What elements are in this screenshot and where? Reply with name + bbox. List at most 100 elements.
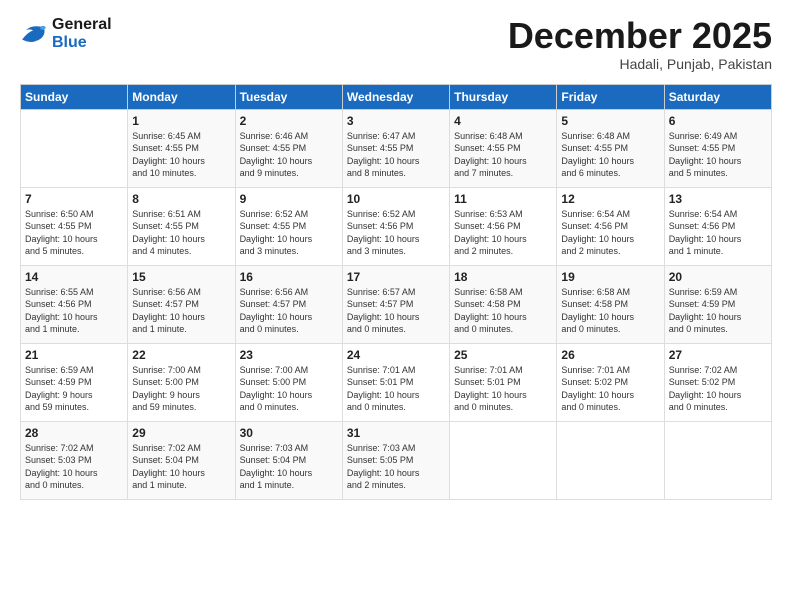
day-number: 7 xyxy=(25,192,123,206)
day-info: Sunrise: 7:00 AMSunset: 5:00 PMDaylight:… xyxy=(132,365,201,413)
day-number: 30 xyxy=(240,426,338,440)
day-info: Sunrise: 6:55 AMSunset: 4:56 PMDaylight:… xyxy=(25,287,98,335)
day-number: 3 xyxy=(347,114,445,128)
day-info: Sunrise: 6:59 AMSunset: 4:59 PMDaylight:… xyxy=(669,287,742,335)
day-number: 31 xyxy=(347,426,445,440)
day-number: 28 xyxy=(25,426,123,440)
day-info: Sunrise: 7:01 AMSunset: 5:02 PMDaylight:… xyxy=(561,365,634,413)
day-header-wednesday: Wednesday xyxy=(342,84,449,109)
location: Hadali, Punjab, Pakistan xyxy=(508,56,772,72)
day-info: Sunrise: 6:54 AMSunset: 4:56 PMDaylight:… xyxy=(669,209,742,257)
day-header-sunday: Sunday xyxy=(21,84,128,109)
calendar-cell: 8Sunrise: 6:51 AMSunset: 4:55 PMDaylight… xyxy=(128,187,235,265)
day-number: 17 xyxy=(347,270,445,284)
day-info: Sunrise: 6:48 AMSunset: 4:55 PMDaylight:… xyxy=(454,131,527,179)
month-title: December 2025 xyxy=(508,16,772,56)
day-info: Sunrise: 6:47 AMSunset: 4:55 PMDaylight:… xyxy=(347,131,420,179)
day-number: 6 xyxy=(669,114,767,128)
calendar-cell: 26Sunrise: 7:01 AMSunset: 5:02 PMDayligh… xyxy=(557,343,664,421)
calendar-cell: 30 Sunrise: 7:03 AMSunset: 5:04 PMDayligh… xyxy=(235,421,342,499)
day-number: 5 xyxy=(561,114,659,128)
day-number: 23 xyxy=(240,348,338,362)
day-number: 27 xyxy=(669,348,767,362)
day-info: Sunrise: 6:48 AMSunset: 4:55 PMDaylight:… xyxy=(561,131,634,179)
day-info: Sunrise: 7:02 AMSunset: 5:03 PMDaylight:… xyxy=(25,443,98,491)
calendar-week-2: 7 Sunrise: 6:50 AMSunset: 4:55 PMDaylight… xyxy=(21,187,772,265)
calendar-week-3: 14 Sunrise: 6:55 AMSunset: 4:56 PMDayligh… xyxy=(21,265,772,343)
day-header-friday: Friday xyxy=(557,84,664,109)
calendar-cell: 21 Sunrise: 6:59 AMSunset: 4:59 PMDayligh… xyxy=(21,343,128,421)
day-info: Sunrise: 6:57 AMSunset: 4:57 PMDaylight:… xyxy=(347,287,420,335)
calendar-cell: 11Sunrise: 6:53 AMSunset: 4:56 PMDayligh… xyxy=(450,187,557,265)
day-number: 15 xyxy=(132,270,230,284)
calendar-cell: 14 Sunrise: 6:55 AMSunset: 4:56 PMDayligh… xyxy=(21,265,128,343)
calendar-cell xyxy=(557,421,664,499)
calendar-cell: 2 Sunrise: 6:46 AMSunset: 4:55 PMDaylight… xyxy=(235,109,342,187)
day-info: Sunrise: 6:54 AMSunset: 4:56 PMDaylight:… xyxy=(561,209,634,257)
calendar-cell: 3 Sunrise: 6:47 AMSunset: 4:55 PMDaylight… xyxy=(342,109,449,187)
day-info: Sunrise: 6:52 AMSunset: 4:55 PMDaylight:… xyxy=(240,209,313,257)
calendar-cell: 12 Sunrise: 6:54 AMSunset: 4:56 PMDayligh… xyxy=(557,187,664,265)
day-info: Sunrise: 6:58 AMSunset: 4:58 PMDaylight:… xyxy=(454,287,527,335)
day-number: 14 xyxy=(25,270,123,284)
calendar-cell: 27 Sunrise: 7:02 AMSunset: 5:02 PMDayligh… xyxy=(664,343,771,421)
calendar-cell: 13 Sunrise: 6:54 AMSunset: 4:56 PMDayligh… xyxy=(664,187,771,265)
day-info: Sunrise: 6:58 AMSunset: 4:58 PMDaylight:… xyxy=(561,287,634,335)
day-number: 10 xyxy=(347,192,445,206)
calendar-header-row: SundayMondayTuesdayWednesdayThursdayFrid… xyxy=(21,84,772,109)
calendar-cell: 20Sunrise: 6:59 AMSunset: 4:59 PMDayligh… xyxy=(664,265,771,343)
calendar-cell: 4 Sunrise: 6:48 AMSunset: 4:55 PMDaylight… xyxy=(450,109,557,187)
day-number: 4 xyxy=(454,114,552,128)
calendar-cell: 22Sunrise: 7:00 AMSunset: 5:00 PMDayligh… xyxy=(128,343,235,421)
calendar-cell: 6 Sunrise: 6:49 AMSunset: 4:55 PMDaylight… xyxy=(664,109,771,187)
calendar-cell: 15Sunrise: 6:56 AMSunset: 4:57 PMDayligh… xyxy=(128,265,235,343)
calendar-cell xyxy=(21,109,128,187)
day-header-thursday: Thursday xyxy=(450,84,557,109)
calendar-cell: 19 Sunrise: 6:58 AMSunset: 4:58 PMDayligh… xyxy=(557,265,664,343)
day-info: Sunrise: 7:01 AMSunset: 5:01 PMDaylight:… xyxy=(347,365,420,413)
day-number: 24 xyxy=(347,348,445,362)
calendar-week-4: 21 Sunrise: 6:59 AMSunset: 4:59 PMDayligh… xyxy=(21,343,772,421)
day-info: Sunrise: 7:03 AMSunset: 5:04 PMDaylight:… xyxy=(240,443,313,491)
logo-icon xyxy=(20,23,48,45)
calendar-cell: 1Sunrise: 6:45 AMSunset: 4:55 PMDaylight… xyxy=(128,109,235,187)
day-info: Sunrise: 7:02 AMSunset: 5:04 PMDaylight:… xyxy=(132,443,205,491)
calendar-cell: 16Sunrise: 6:56 AMSunset: 4:57 PMDayligh… xyxy=(235,265,342,343)
calendar-cell xyxy=(664,421,771,499)
day-number: 29 xyxy=(132,426,230,440)
day-info: Sunrise: 6:46 AMSunset: 4:55 PMDaylight:… xyxy=(240,131,313,179)
day-number: 11 xyxy=(454,192,552,206)
day-number: 19 xyxy=(561,270,659,284)
day-info: Sunrise: 7:03 AMSunset: 5:05 PMDaylight:… xyxy=(347,443,420,491)
day-number: 13 xyxy=(669,192,767,206)
day-number: 2 xyxy=(240,114,338,128)
day-header-tuesday: Tuesday xyxy=(235,84,342,109)
calendar-cell: 25Sunrise: 7:01 AMSunset: 5:01 PMDayligh… xyxy=(450,343,557,421)
day-info: Sunrise: 6:49 AMSunset: 4:55 PMDaylight:… xyxy=(669,131,742,179)
logo-text: General Blue xyxy=(52,16,112,53)
day-info: Sunrise: 6:59 AMSunset: 4:59 PMDaylight:… xyxy=(25,365,94,413)
calendar-table: SundayMondayTuesdayWednesdayThursdayFrid… xyxy=(20,84,772,500)
day-info: Sunrise: 7:00 AMSunset: 5:00 PMDaylight:… xyxy=(240,365,313,413)
calendar-cell: 17 Sunrise: 6:57 AMSunset: 4:57 PMDayligh… xyxy=(342,265,449,343)
logo: General Blue xyxy=(20,16,112,53)
calendar-cell: 7 Sunrise: 6:50 AMSunset: 4:55 PMDaylight… xyxy=(21,187,128,265)
day-header-saturday: Saturday xyxy=(664,84,771,109)
page-header: General Blue December 2025 Hadali, Punja… xyxy=(20,16,772,72)
calendar-cell: 23 Sunrise: 7:00 AMSunset: 5:00 PMDayligh… xyxy=(235,343,342,421)
day-info: Sunrise: 6:52 AMSunset: 4:56 PMDaylight:… xyxy=(347,209,420,257)
day-number: 18 xyxy=(454,270,552,284)
calendar-week-5: 28 Sunrise: 7:02 AMSunset: 5:03 PMDayligh… xyxy=(21,421,772,499)
calendar-week-1: 1Sunrise: 6:45 AMSunset: 4:55 PMDaylight… xyxy=(21,109,772,187)
day-info: Sunrise: 7:02 AMSunset: 5:02 PMDaylight:… xyxy=(669,365,742,413)
calendar-cell xyxy=(450,421,557,499)
page-container: General Blue December 2025 Hadali, Punja… xyxy=(0,0,792,510)
day-info: Sunrise: 6:50 AMSunset: 4:55 PMDaylight:… xyxy=(25,209,98,257)
day-info: Sunrise: 6:51 AMSunset: 4:55 PMDaylight:… xyxy=(132,209,205,257)
calendar-cell: 28 Sunrise: 7:02 AMSunset: 5:03 PMDayligh… xyxy=(21,421,128,499)
calendar-cell: 9Sunrise: 6:52 AMSunset: 4:55 PMDaylight… xyxy=(235,187,342,265)
day-number: 21 xyxy=(25,348,123,362)
day-number: 12 xyxy=(561,192,659,206)
calendar-cell: 10 Sunrise: 6:52 AMSunset: 4:56 PMDayligh… xyxy=(342,187,449,265)
calendar-cell: 5 Sunrise: 6:48 AMSunset: 4:55 PMDaylight… xyxy=(557,109,664,187)
